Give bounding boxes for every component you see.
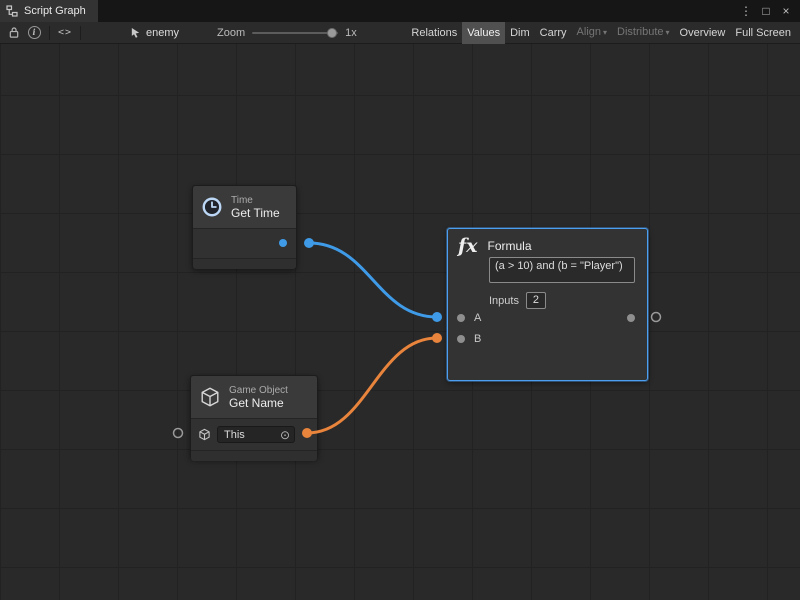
values-button[interactable]: Values	[462, 22, 505, 44]
node-body	[193, 229, 296, 258]
zoom-label: Zoom	[217, 27, 245, 39]
formula-expression-input[interactable]: (a > 10) and (b = "Player")	[489, 257, 635, 283]
node-header: fx Formula	[458, 235, 532, 257]
window-menu-icon[interactable]: ⋮	[738, 0, 754, 22]
output-port-result[interactable]	[627, 314, 635, 322]
graph-breadcrumb[interactable]: enemy	[130, 27, 179, 39]
code-view-icon[interactable]: <>	[55, 23, 75, 43]
socket-getname-target-input[interactable]	[174, 429, 183, 438]
dim-button[interactable]: Dim	[505, 22, 535, 44]
formula-inputs-row: Inputs 2	[489, 292, 546, 309]
graph-name-label: enemy	[146, 27, 179, 39]
wire-gettime-to-formula-a[interactable]	[309, 243, 437, 317]
socket-formula-output[interactable]	[652, 313, 661, 322]
toolbar-separator	[49, 26, 50, 40]
node-title: Formula	[488, 239, 532, 253]
port-a-label: A	[474, 312, 481, 324]
zoom-slider-handle[interactable]	[327, 28, 337, 38]
close-icon[interactable]: ×	[778, 0, 794, 22]
port-b-label: B	[474, 333, 481, 345]
formula-icon: fx	[458, 235, 478, 257]
target-object-field[interactable]: This ⊙	[217, 426, 295, 443]
input-port-b[interactable]	[457, 335, 465, 343]
node-get-time[interactable]: Time Get Time	[192, 185, 297, 269]
toolbar-buttons: Relations Values Dim Carry Align▾ Distri…	[406, 22, 796, 44]
relations-button[interactable]: Relations	[406, 22, 462, 44]
port-row-a: A	[448, 308, 647, 328]
graph-icon	[6, 5, 18, 17]
node-formula[interactable]: fx Formula (a > 10) and (b = "Player") I…	[447, 228, 648, 381]
fullscreen-button[interactable]: Full Screen	[730, 22, 796, 44]
toolbar-separator	[80, 26, 81, 40]
zoom-control: Zoom 1x	[217, 27, 357, 39]
node-header: Time Get Time	[193, 186, 296, 229]
window-controls: ⋮ □ ×	[738, 0, 800, 22]
target-object-value: This	[224, 429, 245, 441]
inputs-label: Inputs	[489, 295, 519, 307]
node-title: Get Name	[229, 397, 288, 410]
overview-button[interactable]: Overview	[675, 22, 731, 44]
graph-canvas[interactable]: Time Get Time fx Formula (a > 10) and (b…	[0, 44, 800, 600]
lock-icon[interactable]	[4, 23, 24, 43]
zoom-value: 1x	[345, 27, 357, 39]
maximize-icon[interactable]: □	[758, 0, 774, 22]
graph-toolbar: i <> enemy Zoom 1x Relations Values Dim …	[0, 22, 800, 44]
node-header: Game Object Get Name	[191, 376, 317, 419]
info-icon[interactable]: i	[24, 23, 44, 43]
node-title: Get Time	[231, 207, 280, 220]
cursor-icon	[130, 27, 141, 39]
chevron-down-icon: ▾	[603, 28, 607, 37]
script-graph-window: Script Graph ⋮ □ × i <>	[0, 0, 800, 600]
clock-icon	[201, 196, 223, 218]
cube-icon	[198, 428, 211, 441]
wire-getname-to-formula-b[interactable]	[307, 338, 437, 433]
node-footer	[191, 450, 317, 461]
inputs-count-field[interactable]: 2	[526, 292, 546, 309]
chevron-down-icon: ▾	[666, 28, 670, 37]
connection-layer	[0, 44, 800, 600]
input-port-a[interactable]	[457, 314, 465, 322]
node-body: This ⊙	[191, 419, 317, 450]
title-bar: Script Graph ⋮ □ ×	[0, 0, 800, 22]
object-picker-icon[interactable]: ⊙	[280, 429, 290, 441]
node-get-name[interactable]: Game Object Get Name This ⊙	[190, 375, 318, 459]
carry-button[interactable]: Carry	[535, 22, 572, 44]
align-button[interactable]: Align▾	[572, 21, 612, 44]
cube-icon	[199, 386, 221, 408]
zoom-slider[interactable]	[252, 32, 338, 34]
tab-script-graph[interactable]: Script Graph	[0, 0, 98, 22]
port-row-b: B	[448, 329, 647, 349]
node-footer	[193, 258, 296, 269]
tab-title: Script Graph	[24, 5, 86, 17]
distribute-button[interactable]: Distribute▾	[612, 21, 674, 44]
